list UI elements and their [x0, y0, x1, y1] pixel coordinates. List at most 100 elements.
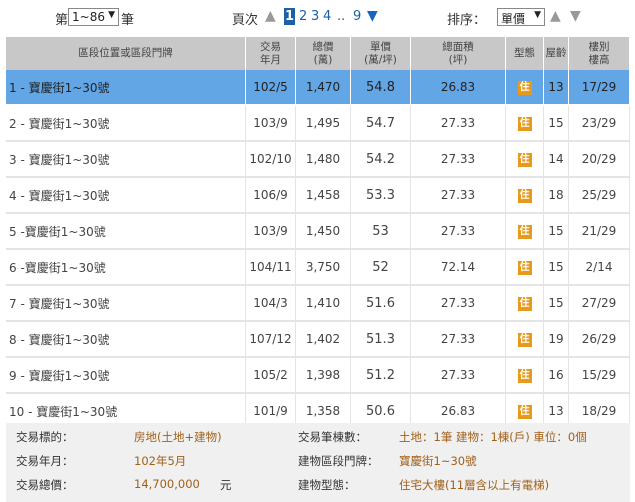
prev-page-icon[interactable]: ▲	[265, 8, 276, 24]
transactions-table: 區段位置或區段門牌 交易 年月 總價 (萬) 單價 (萬/坪) 總面積 (坪) 型態 屋齡樓…	[6, 37, 630, 430]
age-cell: 14	[544, 142, 569, 178]
table-row[interactable]: 5 -寶慶街1~30號 103/9 1,450 53 27.33 住 15 21/29	[6, 214, 630, 250]
addr-value: 寶慶街1~30號	[399, 454, 477, 468]
table-header: 區段位置或區段門牌 交易 年月 總價 (萬) 單價 (萬/坪) 總面積 (坪) 型態 屋齡樓…	[6, 37, 630, 70]
unit-price-cell: 52	[351, 250, 411, 286]
column-header[interactable]: 單價 (萬/坪)	[351, 37, 411, 70]
type-cell: 住	[506, 250, 544, 286]
total-value: 14,700,000	[134, 477, 200, 491]
table-row[interactable]: 6 -寶慶街1~30號 104/11 3,750 52 72.14 住 15 2/14	[6, 250, 630, 286]
table-row[interactable]: 4 - 寶慶街1~30號 106/9 1,458 53.3 27.33 住 18 25/29	[6, 178, 630, 214]
residential-badge: 住	[517, 333, 532, 347]
address-cell: 7 - 寶慶街1~30號	[6, 286, 246, 322]
floor-cell: 21/29	[569, 214, 630, 250]
type-cell: 住	[506, 214, 544, 250]
sort-label: 排序：	[447, 13, 487, 28]
next-page-icon[interactable]: ▼	[367, 8, 378, 24]
total-price-cell: 1,450	[296, 214, 351, 250]
date-cell: 102/5	[246, 70, 296, 106]
age-cell: 15	[544, 250, 569, 286]
sort-desc-icon[interactable]: ▼	[570, 8, 581, 24]
range-select[interactable]: 1~86 ▼	[68, 8, 119, 26]
range-suffix: 筆	[121, 13, 135, 28]
date-cell: 104/11	[246, 250, 296, 286]
page-link-3[interactable]: 3	[311, 9, 319, 24]
total-label: 交易總價：	[16, 478, 74, 492]
area-cell: 27.33	[411, 358, 506, 394]
age-cell: 15	[544, 106, 569, 142]
address-cell: 5 -寶慶街1~30號	[6, 214, 246, 250]
column-header[interactable]: 屋齡	[544, 37, 569, 70]
unit-price-cell: 54.7	[351, 106, 411, 142]
total-price-cell: 1,458	[296, 178, 351, 214]
column-header[interactable]: 樓別 樓高	[569, 37, 630, 70]
current-page[interactable]: 1	[284, 8, 295, 25]
sort-select-value: 單價	[501, 12, 526, 26]
residential-badge: 住	[517, 297, 532, 311]
column-header[interactable]: 總價 (萬)	[296, 37, 351, 70]
table-row[interactable]: 3 - 寶慶街1~30號 102/10 1,480 54.2 27.33 住 14 20/29	[6, 142, 630, 178]
floor-cell: 26/29	[569, 322, 630, 358]
page-link-2[interactable]: 2	[299, 9, 307, 24]
column-header[interactable]: 型態	[506, 37, 544, 70]
table-row[interactable]: 9 - 寶慶街1~30號 105/2 1,398 51.2 27.33 住 16 15/29	[6, 358, 630, 394]
unit-price-cell: 51.6	[351, 286, 411, 322]
address-cell: 8 - 寶慶街1~30號	[6, 322, 246, 358]
age-cell: 15	[544, 214, 569, 250]
type-cell: 住	[506, 142, 544, 178]
unit-price-cell: 51.2	[351, 358, 411, 394]
column-header[interactable]: 交易 年月	[246, 37, 296, 70]
total-price-cell: 3,750	[296, 250, 351, 286]
column-header[interactable]: 總面積 (坪)	[411, 37, 506, 70]
residential-badge: 住	[517, 369, 532, 383]
address-cell: 6 -寶慶街1~30號	[6, 250, 246, 286]
address-cell: 1 - 寶慶街1~30號	[6, 70, 246, 106]
addr-label: 建物區段門牌：	[298, 454, 379, 468]
total-price-cell: 1,495	[296, 106, 351, 142]
table-row[interactable]: 2 - 寶慶街1~30號 103/9 1,495 54.7 27.33 住 15 23/29	[6, 106, 630, 142]
type-cell: 住	[506, 286, 544, 322]
type-cell: 住	[506, 106, 544, 142]
floor-cell: 2/14	[569, 250, 630, 286]
date-cell: 102/10	[246, 142, 296, 178]
date-cell: 103/9	[246, 106, 296, 142]
target-value: 房地(土地+建物)	[134, 430, 222, 444]
date-cell: 105/2	[246, 358, 296, 394]
address-cell: 9 - 寶慶街1~30號	[6, 358, 246, 394]
column-header[interactable]: 區段位置或區段門牌	[6, 37, 246, 70]
age-cell: 13	[544, 70, 569, 106]
unit-price-cell: 51.3	[351, 322, 411, 358]
age-cell: 18	[544, 178, 569, 214]
page-link-4[interactable]: 4	[323, 9, 331, 24]
sort-asc-icon[interactable]: ▲	[550, 8, 561, 24]
table-row[interactable]: 8 - 寶慶街1~30號 107/12 1,402 51.3 27.33 住 19 26/29	[6, 322, 630, 358]
residential-badge: 住	[517, 81, 532, 95]
target-label: 交易標的：	[16, 430, 74, 444]
area-cell: 27.33	[411, 322, 506, 358]
residential-badge: 住	[517, 189, 532, 203]
floor-cell: 27/29	[569, 286, 630, 322]
floor-cell: 23/29	[569, 106, 630, 142]
address-cell: 4 - 寶慶街1~30號	[6, 178, 246, 214]
detail-panel: 交易標的： 房地(土地+建物) 交易筆棟數： 土地：1筆 建物：1棟(戶) 車位…	[6, 423, 630, 502]
type-cell: 住	[506, 178, 544, 214]
total-price-cell: 1,398	[296, 358, 351, 394]
date-value: 102年5月	[134, 454, 187, 468]
pager-bar: 第 1~86 ▼ 筆 頁次 ▲ 1 2 3 4 .. 9 ▼ 排序： 單價 ▼ …	[0, 0, 635, 36]
residential-badge: 住	[517, 153, 532, 167]
area-cell: 27.33	[411, 286, 506, 322]
type-value: 住宅大樓(11層含以上有電梯)	[399, 478, 550, 492]
unit-price-cell: 53	[351, 214, 411, 250]
total-price-cell: 1,470	[296, 70, 351, 106]
page-link-last[interactable]: 9	[353, 9, 361, 24]
chevron-down-icon: ▼	[534, 10, 541, 20]
table-row[interactable]: 1 - 寶慶街1~30號 102/5 1,470 54.8 26.83 住 13 17/29	[6, 70, 630, 106]
type-cell: 住	[506, 358, 544, 394]
page-ellipsis: ..	[337, 9, 346, 24]
residential-badge: 住	[517, 405, 532, 419]
sort-select[interactable]: 單價 ▼	[497, 8, 545, 26]
chevron-down-icon: ▼	[108, 10, 115, 20]
table-row[interactable]: 7 - 寶慶街1~30號 104/3 1,410 51.6 27.33 住 15 27/29	[6, 286, 630, 322]
date-cell: 107/12	[246, 322, 296, 358]
address-cell: 2 - 寶慶街1~30號	[6, 106, 246, 142]
